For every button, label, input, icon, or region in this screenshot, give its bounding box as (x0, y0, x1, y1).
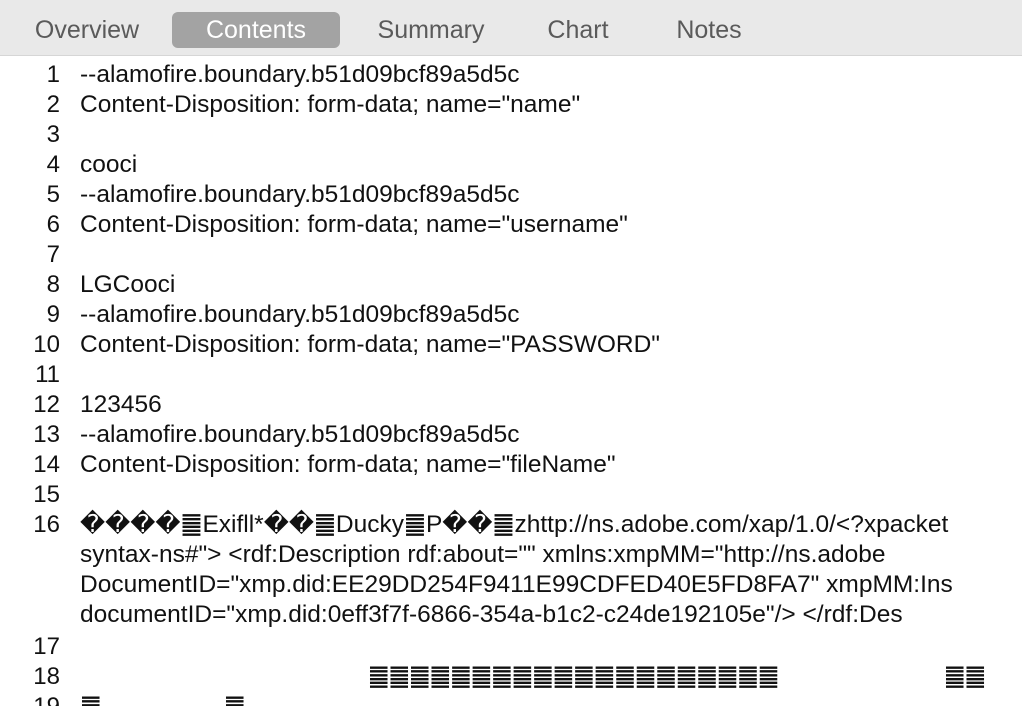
binary-glyph-run: ䷀䷀䷀䷀䷀䷀䷀䷀䷀䷀䷀䷀䷀䷀䷀䷀䷀䷀䷀䷀ (368, 663, 779, 690)
line-number: 1 (46, 61, 60, 88)
tab-contents[interactable]: Contents (172, 12, 340, 48)
line-number: 18 (33, 663, 60, 690)
line-text: LGCooci (80, 271, 176, 298)
line-number: 8 (46, 271, 60, 298)
line-number: 11 (35, 361, 60, 388)
line-number: 13 (33, 421, 60, 448)
line-number: 3 (46, 121, 60, 148)
line-number: 19 (0, 692, 60, 706)
line-number: 10 (33, 331, 60, 358)
line-text: documentID="xmp.did:0eff3f7f-6866-354a-b… (80, 601, 903, 628)
tab-bar: Overview Contents Summary Chart Notes (0, 0, 1022, 56)
line-text: --alamofire.boundary.b51d09bcf89a5d5c (80, 421, 520, 448)
line-text: --alamofire.boundary.b51d09bcf89a5d5c (80, 181, 520, 208)
tab-notes[interactable]: Notes (660, 12, 758, 48)
line-text: DocumentID="xmp.did:EE29DD254F9411E99CDF… (80, 571, 953, 598)
line-text: cooci (80, 151, 138, 178)
line-text: --alamofire.boundary.b51d09bcf89a5d5c (80, 301, 520, 328)
line-number: 17 (33, 633, 60, 660)
line-text: ����䷀Exifll*��䷀Ducky䷀P��䷀zhttp://ns.adob… (80, 511, 949, 538)
line-number: 12 (33, 391, 60, 418)
tab-overview[interactable]: Overview (18, 12, 156, 48)
line-text: --alamofire.boundary.b51d09bcf89a5d5c (80, 61, 520, 88)
line-number: 4 (46, 151, 60, 178)
binary-glyph-run: ䷀ (80, 692, 101, 706)
line-number: 16 (33, 511, 60, 538)
line-text: Content-Disposition: form-data; name="us… (80, 211, 628, 238)
line-text: 123456 (80, 391, 162, 418)
line-number: 14 (33, 451, 60, 478)
line-number: 2 (46, 91, 60, 118)
binary-glyph-run: ䷀ (224, 692, 245, 706)
line-number: 6 (46, 211, 60, 238)
line-number: 7 (46, 241, 60, 268)
line-number: 5 (46, 181, 60, 208)
line-text: syntax-ns#"> <rdf:Description rdf:about=… (80, 541, 886, 568)
line-text: Content-Disposition: form-data; name="fi… (80, 451, 616, 478)
line-text: Content-Disposition: form-data; name="PA… (80, 331, 660, 358)
contents-viewer[interactable]: 1 --alamofire.boundary.b51d09bcf89a5d5c 2… (0, 56, 1022, 706)
line-number: 9 (46, 301, 60, 328)
line-number: 15 (33, 481, 60, 508)
tab-chart[interactable]: Chart (532, 12, 624, 48)
binary-glyph-run: ䷀䷀ (944, 663, 986, 690)
line-text: Content-Disposition: form-data; name="na… (80, 91, 581, 118)
tab-summary[interactable]: Summary (360, 12, 502, 48)
